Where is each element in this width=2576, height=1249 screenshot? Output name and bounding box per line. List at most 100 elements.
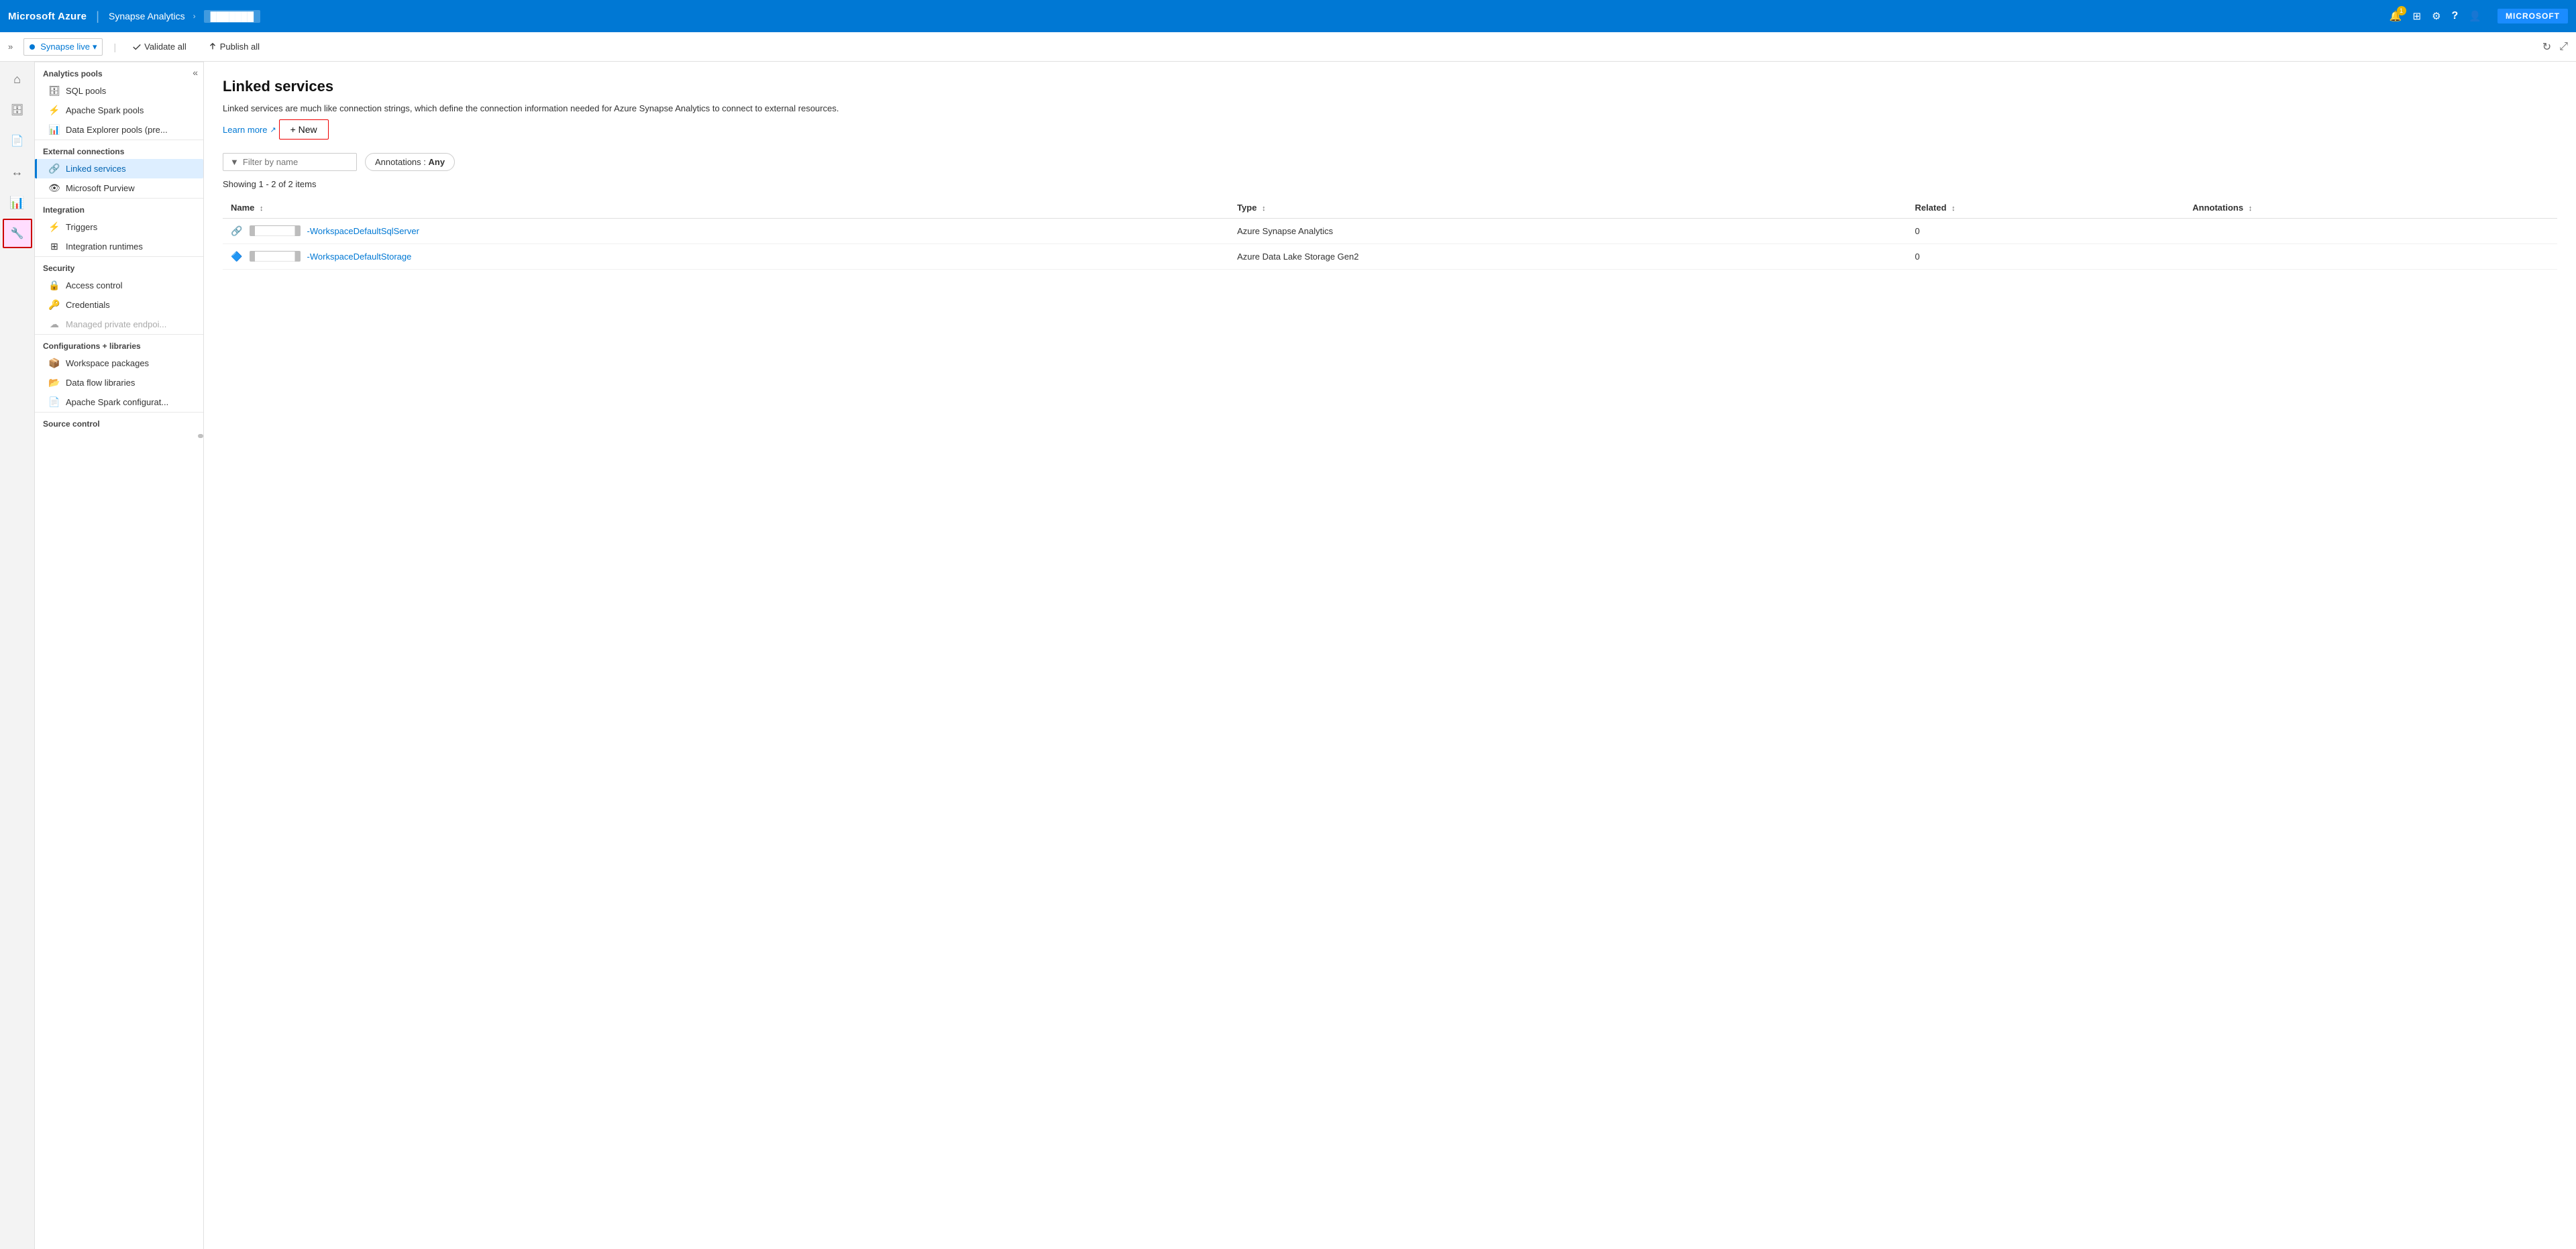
- sidebar-item-data-explorer[interactable]: 📊 Data Explorer pools (pre...: [35, 120, 203, 140]
- sidebar-item-purview[interactable]: 👁 Microsoft Purview: [35, 178, 203, 198]
- table-row: 🔷 ███████ -WorkspaceDefaultStorage Azure…: [223, 243, 2557, 269]
- toolbar-divider: |: [113, 42, 116, 52]
- annotations-filter-btn[interactable]: Annotations : Any: [365, 153, 455, 171]
- col-name-label: Name: [231, 203, 254, 213]
- learn-more-link[interactable]: Learn more ↗: [223, 125, 276, 135]
- workspace-packages-icon: 📦: [48, 358, 60, 369]
- help-icon[interactable]: ?: [2452, 10, 2459, 22]
- name-sort-icon[interactable]: ↕: [260, 205, 264, 213]
- notification-icon[interactable]: 🔔: [2390, 10, 2402, 22]
- sidebar-item-apache-spark[interactable]: ⚡ Apache Spark pools: [35, 101, 203, 120]
- page-title: Linked services: [223, 78, 2557, 95]
- type-sort-icon[interactable]: ↕: [1262, 205, 1266, 213]
- fullscreen-icon[interactable]: ⤢: [2559, 41, 2568, 53]
- sidebar-item-managed-private: ☁ Managed private endpoi...: [35, 315, 203, 334]
- sidebar-item-integration-runtimes[interactable]: ⊞ Integration runtimes: [35, 237, 203, 256]
- table-row: 🔗 ███████ -WorkspaceDefaultSqlServer Azu…: [223, 218, 2557, 243]
- sidebar-item-data-flow-libraries[interactable]: 📂 Data flow libraries: [35, 373, 203, 392]
- col-related-label: Related: [1915, 203, 1947, 213]
- row2-name-container: 🔷 ███████ -WorkspaceDefaultStorage: [231, 251, 1221, 262]
- scrollbar-thumb[interactable]: [198, 434, 203, 438]
- row2-name-cell: 🔷 ███████ -WorkspaceDefaultStorage: [223, 243, 1229, 269]
- chevron-down-icon: ▾: [93, 42, 97, 52]
- row2-type: Azure Data Lake Storage Gen2: [1229, 243, 1907, 269]
- new-button-label: + New: [290, 124, 317, 135]
- portal-icon[interactable]: ⊞: [2413, 10, 2422, 22]
- data-explorer-label: Data Explorer pools (pre...: [66, 125, 168, 135]
- service-label: Synapse Analytics: [109, 11, 185, 21]
- row1-name-badge: ███████: [250, 225, 301, 236]
- validate-all-btn[interactable]: Validate all: [127, 39, 192, 54]
- row1-annotations: [2184, 218, 2557, 243]
- checkmark-icon: [132, 42, 142, 52]
- triggers-icon: ⚡: [48, 221, 60, 233]
- sidebar-item-spark-config[interactable]: 📄 Apache Spark configurat...: [35, 392, 203, 412]
- sidebar-icon-develop[interactable]: 📄: [3, 126, 32, 156]
- row2-name-badge: ███████: [250, 251, 301, 262]
- toolbar: » Synapse live ▾ | Validate all Publish …: [0, 32, 2576, 62]
- row2-name-link[interactable]: -WorkspaceDefaultStorage: [307, 252, 412, 262]
- annotations-sort-icon[interactable]: ↕: [2249, 205, 2253, 213]
- purview-label: Microsoft Purview: [66, 183, 135, 193]
- data-explorer-icon: 📊: [48, 124, 60, 135]
- top-nav: Microsoft Azure | Synapse Analytics › ██…: [0, 0, 2576, 32]
- tree-sidebar: « Analytics pools 🗄 SQL pools ⚡ Apache S…: [35, 62, 204, 1249]
- row1-name-link[interactable]: -WorkspaceDefaultSqlServer: [307, 226, 419, 236]
- data-flow-libraries-icon: 📂: [48, 377, 60, 388]
- refresh-icon[interactable]: ↻: [2542, 40, 2551, 54]
- section-source-control: Source control: [35, 412, 203, 431]
- sidebar-item-credentials[interactable]: 🔑 Credentials: [35, 295, 203, 315]
- new-button[interactable]: + New: [279, 119, 329, 140]
- settings-icon[interactable]: ⚙: [2432, 10, 2440, 22]
- filter-input-container[interactable]: ▼: [223, 153, 357, 171]
- sidebar-icon-data[interactable]: 🗄: [3, 95, 32, 125]
- table-header-row: Name ↕ Type ↕ Related ↕ Annotations ↕: [223, 197, 2557, 219]
- tree-collapse-btn[interactable]: «: [193, 67, 198, 78]
- sidebar-item-workspace-packages[interactable]: 📦 Workspace packages: [35, 354, 203, 373]
- credentials-label: Credentials: [66, 300, 110, 310]
- sidebar-icon-home[interactable]: ⌂: [3, 64, 32, 94]
- col-related: Related ↕: [1907, 197, 2185, 219]
- filter-row: ▼ Annotations : Any: [223, 153, 2557, 171]
- synapse-live-btn[interactable]: Synapse live ▾: [23, 38, 103, 56]
- synapse-live-dot: [30, 44, 35, 50]
- filter-icon: ▼: [230, 157, 239, 167]
- triggers-label: Triggers: [66, 222, 97, 232]
- section-security: Security: [35, 256, 203, 276]
- row2-link-icon: 🔷: [231, 251, 244, 262]
- sidebar-item-sql-pools[interactable]: 🗄 SQL pools: [35, 81, 203, 101]
- publish-icon: [208, 42, 217, 52]
- col-type: Type ↕: [1229, 197, 1907, 219]
- col-annotations: Annotations ↕: [2184, 197, 2557, 219]
- sidebar-icon-manage[interactable]: 🔧: [3, 219, 32, 248]
- sidebar-icon-integrate[interactable]: ↔: [3, 157, 32, 186]
- sidebar-collapse-btn[interactable]: »: [8, 42, 13, 52]
- credentials-icon: 🔑: [48, 299, 60, 311]
- sql-pools-label: SQL pools: [66, 86, 106, 96]
- managed-private-label: Managed private endpoi...: [66, 319, 166, 329]
- publish-all-btn[interactable]: Publish all: [203, 39, 265, 54]
- sidebar-icon-monitor[interactable]: 📊: [3, 188, 32, 217]
- sidebar-item-linked-services[interactable]: 🔗 Linked services: [35, 159, 203, 178]
- access-control-label: Access control: [66, 280, 123, 290]
- main-layout: ⌂ 🗄 📄 ↔ 📊 🔧 « Analytics pools 🗄 SQL pool…: [0, 62, 2576, 1249]
- integration-runtimes-label: Integration runtimes: [66, 241, 143, 252]
- sidebar-item-triggers[interactable]: ⚡ Triggers: [35, 217, 203, 237]
- section-external-connections: External connections: [35, 140, 203, 159]
- linked-services-icon: 🔗: [48, 163, 60, 174]
- related-sort-icon[interactable]: ↕: [1951, 205, 1955, 213]
- sidebar-item-access-control[interactable]: 🔒 Access control: [35, 276, 203, 295]
- row1-name-container: 🔗 ███████ -WorkspaceDefaultSqlServer: [231, 225, 1221, 237]
- integration-runtimes-icon: ⊞: [48, 241, 60, 252]
- apache-spark-label: Apache Spark pools: [66, 105, 144, 115]
- row2-annotations: [2184, 243, 2557, 269]
- row1-related: 0: [1907, 218, 2185, 243]
- filter-by-name-input[interactable]: [243, 157, 343, 167]
- row2-related: 0: [1907, 243, 2185, 269]
- linked-services-table: Name ↕ Type ↕ Related ↕ Annotations ↕: [223, 197, 2557, 270]
- col-annotations-label: Annotations: [2192, 203, 2243, 213]
- user-icon[interactable]: 👤: [2469, 10, 2481, 22]
- purview-icon: 👁: [48, 182, 60, 194]
- section-integration: Integration: [35, 198, 203, 217]
- spark-config-label: Apache Spark configurat...: [66, 397, 168, 407]
